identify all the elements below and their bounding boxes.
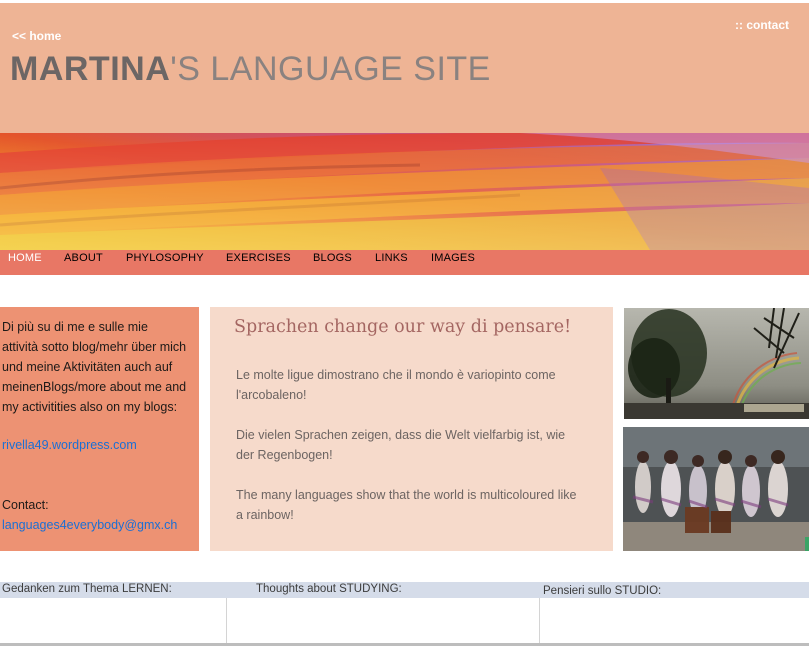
column-divider	[226, 598, 227, 646]
email-link[interactable]: languages4everybody@gmx.ch	[2, 515, 177, 535]
paragraph-italian: Le molte ligue dimostrano che il mondo è…	[236, 368, 556, 402]
nav-phylosophy[interactable]: PHYLOSOPHY	[126, 250, 204, 266]
site-title-name: MARTINA	[10, 50, 171, 88]
main-content-box: Sprachen change our way di pensare! Le m…	[210, 307, 613, 551]
nav-links[interactable]: LINKS	[375, 250, 408, 266]
info-box: Di più su di me e sulle mie attività sot…	[0, 307, 199, 551]
contact-label: Contact:	[2, 498, 49, 512]
column-header-studying: Thoughts about STUDYING:	[256, 583, 402, 595]
page: << home :: contact MARTINA'S LANGUAGE SI…	[0, 0, 809, 646]
site-title-rest: 'S LANGUAGE SITE	[170, 50, 491, 88]
home-link[interactable]: << home	[12, 29, 61, 43]
blog-link[interactable]: rivella49.wordpress.com	[2, 435, 137, 455]
nav-home[interactable]: HOME	[8, 250, 42, 266]
main-heading: Sprachen change our way di pensare!	[234, 317, 572, 337]
column-divider	[539, 598, 540, 646]
nav-blogs[interactable]: BLOGS	[313, 250, 352, 266]
rainbow-banner-image	[0, 133, 809, 250]
main-nav: HOME ABOUT PHYLOSOPHY EXERCISES BLOGS LI…	[0, 250, 809, 275]
dancers-photo	[623, 427, 809, 551]
contact-link[interactable]: :: contact	[735, 18, 789, 32]
site-header: << home :: contact MARTINA'S LANGUAGE SI…	[0, 3, 809, 133]
column-header-studio: Pensieri sullo STUDIO:	[543, 585, 662, 597]
nav-about[interactable]: ABOUT	[64, 250, 103, 266]
paragraph-german: Die vielen Sprachen zeigen, dass die Wel…	[236, 428, 566, 462]
info-text: Di più su di me e sulle mie attività sot…	[2, 320, 187, 414]
column-header-lernen: Gedanken zum Thema LERNEN:	[2, 583, 172, 595]
site-title: MARTINA'S LANGUAGE SITE	[10, 49, 491, 89]
tree-rainbow-photo	[624, 308, 809, 419]
thoughts-header-row: Gedanken zum Thema LERNEN: Thoughts abou…	[0, 582, 809, 598]
nav-images[interactable]: IMAGES	[431, 250, 475, 266]
nav-exercises[interactable]: EXERCISES	[226, 250, 291, 266]
paragraph-english: The many languages show that the world i…	[236, 488, 577, 522]
